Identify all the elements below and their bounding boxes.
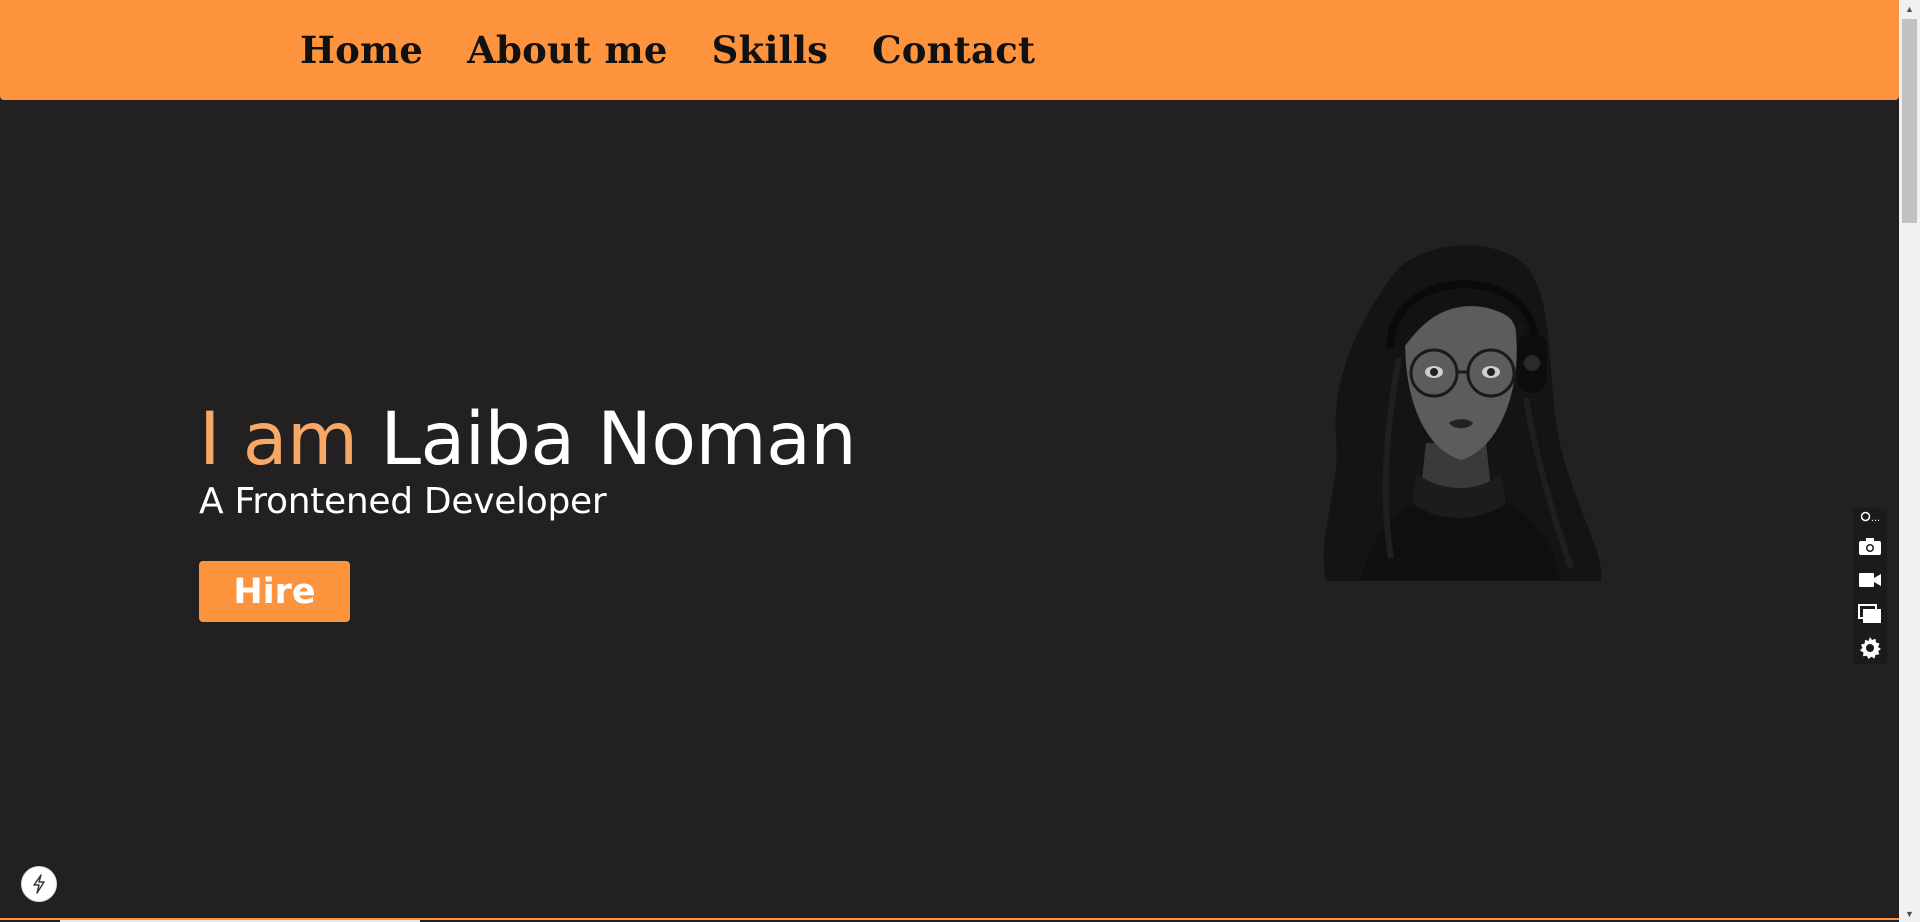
- avatar-illustration: [1321, 238, 1602, 581]
- scrollbar-thumb[interactable]: [1902, 19, 1917, 223]
- window-icon[interactable]: [1857, 602, 1883, 626]
- nav-link-contact[interactable]: Contact: [872, 28, 1035, 72]
- hero-section: I am Laiba Noman A Frontened Developer H…: [199, 397, 857, 622]
- link-icon: [1860, 511, 1871, 525]
- lightning-bolt-icon[interactable]: [21, 866, 57, 902]
- hire-button[interactable]: Hire: [199, 561, 350, 622]
- nav-link-about[interactable]: About me: [467, 28, 667, 72]
- vertical-scrollbar[interactable]: ▲ ▼: [1899, 0, 1920, 922]
- hero-title-prefix: I am: [199, 397, 358, 482]
- camera-icon[interactable]: [1857, 534, 1883, 558]
- scroll-up-arrow-icon[interactable]: ▲: [1899, 0, 1920, 17]
- toolbar-more-row[interactable]: ...: [1857, 511, 1883, 525]
- nav-link-home[interactable]: Home: [300, 28, 423, 72]
- toolbar-more-label: ...: [1870, 512, 1881, 524]
- hero-subtitle: A Frontened Developer: [199, 481, 607, 522]
- scroll-down-arrow-icon[interactable]: ▼: [1899, 905, 1920, 922]
- gear-icon[interactable]: [1857, 636, 1883, 660]
- nav-link-skills[interactable]: Skills: [712, 28, 829, 72]
- nav-list: Home About me Skills Contact: [300, 0, 1035, 100]
- hero-title: I am Laiba Noman: [199, 397, 857, 482]
- floating-toolbar: ...: [1853, 508, 1887, 664]
- video-camera-icon[interactable]: [1857, 568, 1883, 592]
- hero-title-name: Laiba Noman: [380, 397, 857, 482]
- top-navbar: Home About me Skills Contact: [0, 0, 1899, 100]
